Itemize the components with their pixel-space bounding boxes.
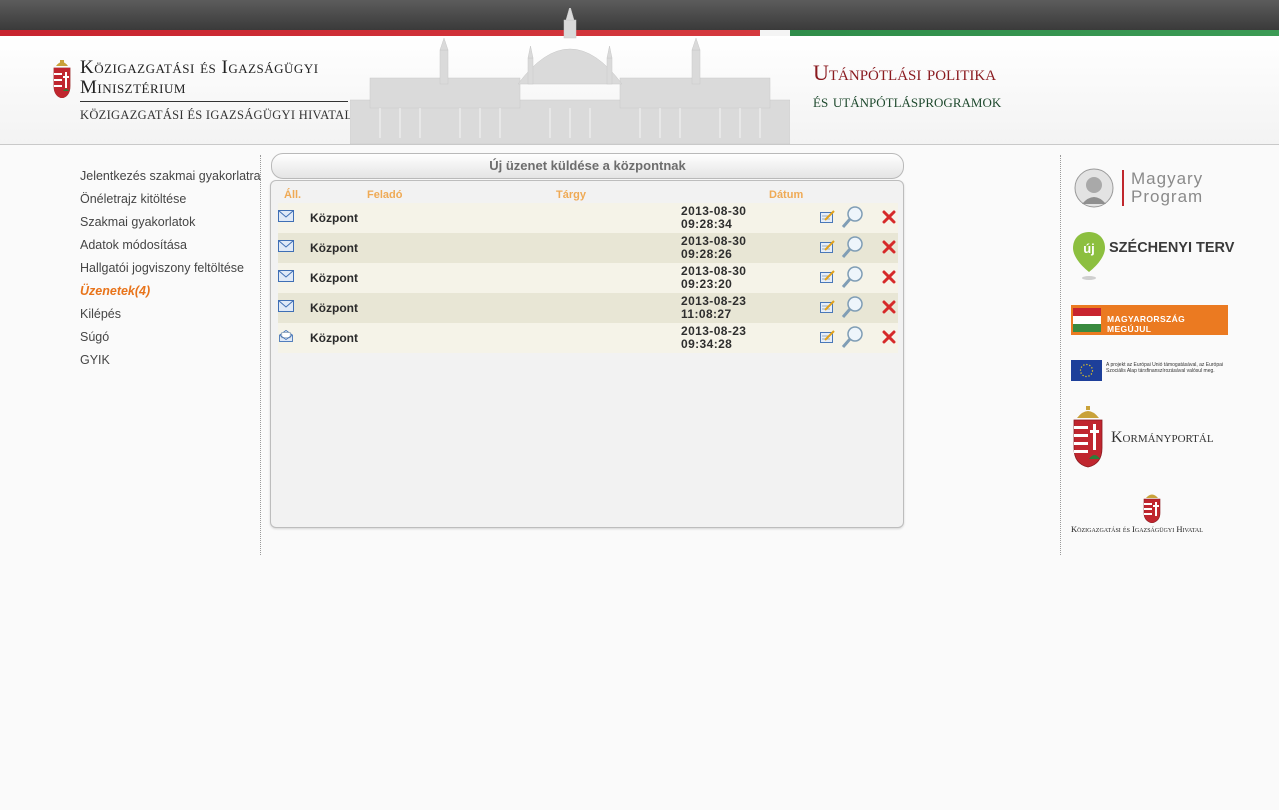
compose-message-button[interactable]: Új üzenet küldése a központnak xyxy=(271,153,904,179)
eu-flag-icon xyxy=(1071,360,1102,381)
magnifier-icon[interactable] xyxy=(841,235,865,259)
page-header: Közigazgatási és Igazságügyi Minisztérium… xyxy=(0,8,1279,145)
location-pin-icon: új xyxy=(1073,232,1105,280)
delete-icon[interactable] xyxy=(882,210,896,224)
message-sender: Központ xyxy=(310,271,358,285)
sidebar-item-messages[interactable]: Üzenetek(4) xyxy=(80,283,261,306)
edit-icon[interactable] xyxy=(820,330,835,343)
message-date: 2013-08-30 09:28:26 xyxy=(681,234,747,261)
message-date: 2013-08-30 09:23:20 xyxy=(681,264,747,291)
edit-icon[interactable] xyxy=(820,210,835,223)
envelope-closed-icon xyxy=(278,270,294,282)
coat-of-arms-icon xyxy=(1073,406,1103,468)
envelope-closed-icon xyxy=(278,210,294,222)
hungarian-flag-icon xyxy=(1073,308,1101,332)
eu-support-text: A projekt az Európai Unió támogatásával,… xyxy=(1106,362,1224,374)
kormanyportal-logo[interactable]: Kormányportál xyxy=(1071,404,1236,468)
right-divider xyxy=(1060,155,1061,555)
magyary-program-text: Magyary Program xyxy=(1131,169,1204,206)
envelope-open-icon xyxy=(279,330,293,342)
messages-panel: Áll. Feladó Tárgy Dátum Központ 2013-08-… xyxy=(270,180,904,528)
sidebar-item-help[interactable]: Súgó xyxy=(80,329,261,352)
sidebar-item-edit-data[interactable]: Adatok módosítása xyxy=(80,237,261,260)
magnifier-icon[interactable] xyxy=(841,205,865,229)
sidebar-item-internships[interactable]: Szakmai gyakorlatok xyxy=(80,214,261,237)
parliament-building-image xyxy=(350,8,790,144)
column-header-sender[interactable]: Feladó xyxy=(367,189,402,201)
column-header-status[interactable]: Áll. xyxy=(284,189,301,201)
sidebar-item-logout[interactable]: Kilépés xyxy=(80,306,261,329)
program-title-line2: és utánpótlásprogramok xyxy=(813,91,1002,112)
magnifier-icon[interactable] xyxy=(841,265,865,289)
sidebar-item-faq[interactable]: GYIK xyxy=(80,352,261,375)
column-header-subject[interactable]: Tárgy xyxy=(556,189,586,201)
ministry-subtitle: KÖZIGAZGATÁSI ÉS IGAZSÁGÜGYI HIVATAL xyxy=(80,108,353,122)
edit-icon[interactable] xyxy=(820,300,835,313)
magyary-accent-bar xyxy=(1122,170,1124,206)
message-sender: Központ xyxy=(310,331,358,345)
envelope-closed-icon xyxy=(278,240,294,252)
coat-of-arms-icon xyxy=(53,60,71,98)
message-sender: Központ xyxy=(310,211,358,225)
coat-of-arms-icon xyxy=(1143,494,1161,523)
portrait-icon xyxy=(1074,168,1114,208)
delete-icon[interactable] xyxy=(882,330,896,344)
message-sender: Központ xyxy=(310,241,358,255)
kormanyportal-text: Kormányportál xyxy=(1111,429,1214,446)
magnifier-icon[interactable] xyxy=(841,325,865,349)
magyarorszag-megujul-logo[interactable]: MAGYARORSZÁG MEGÚJUL xyxy=(1071,305,1228,335)
sidebar-item-internship-application[interactable]: Jelentkezés szakmai gyakorlatra xyxy=(80,168,261,191)
message-date: 2013-08-23 09:34:28 xyxy=(681,324,747,351)
message-row[interactable]: Központ 2013-08-30 09:28:26 xyxy=(278,233,898,263)
magyary-program-logo[interactable]: Magyary Program xyxy=(1071,166,1241,210)
message-sender: Központ xyxy=(310,301,358,315)
left-divider xyxy=(260,155,261,555)
ministry-divider xyxy=(80,101,348,102)
sidebar-item-cv[interactable]: Önéletrajz kitöltése xyxy=(80,191,261,214)
szechenyi-pin-letter: új xyxy=(1083,241,1095,256)
program-title-line1: Utánpótlási politika xyxy=(813,60,997,85)
megujul-text: MAGYARORSZÁG MEGÚJUL xyxy=(1107,314,1186,334)
edit-icon[interactable] xyxy=(820,270,835,283)
kih-text: Közigazgatási és Igazságügyi Hivatal xyxy=(1071,524,1203,534)
sidebar-nav: Jelentkezés szakmai gyakorlatra Önéletra… xyxy=(80,168,261,375)
message-date: 2013-08-30 09:28:34 xyxy=(681,204,747,231)
ministry-title: Közigazgatási és Igazságügyi Minisztérium xyxy=(80,57,319,98)
szechenyi-terv-logo[interactable]: új SZÉCHENYI TERV xyxy=(1071,232,1241,282)
edit-icon[interactable] xyxy=(820,240,835,253)
eu-support-logo[interactable]: A projekt az Európai Unió támogatásával,… xyxy=(1071,360,1236,382)
szechenyi-terv-text: SZÉCHENYI TERV xyxy=(1109,240,1235,256)
column-header-date[interactable]: Dátum xyxy=(769,189,803,201)
message-row[interactable]: Központ 2013-08-23 11:08:27 xyxy=(278,293,898,323)
magnifier-icon[interactable] xyxy=(841,295,865,319)
delete-icon[interactable] xyxy=(882,300,896,314)
message-row[interactable]: Központ 2013-08-30 09:23:20 xyxy=(278,263,898,293)
message-row[interactable]: Központ 2013-08-23 09:34:28 xyxy=(278,323,898,353)
message-row[interactable]: Központ 2013-08-30 09:28:34 xyxy=(278,203,898,233)
delete-icon[interactable] xyxy=(882,240,896,254)
kih-logo[interactable]: Közigazgatási és Igazságügyi Hivatal xyxy=(1071,491,1236,536)
sidebar-item-student-status-upload[interactable]: Hallgatói jogviszony feltöltése xyxy=(80,260,261,283)
envelope-closed-icon xyxy=(278,300,294,312)
message-date: 2013-08-23 11:08:27 xyxy=(681,294,747,321)
delete-icon[interactable] xyxy=(882,270,896,284)
